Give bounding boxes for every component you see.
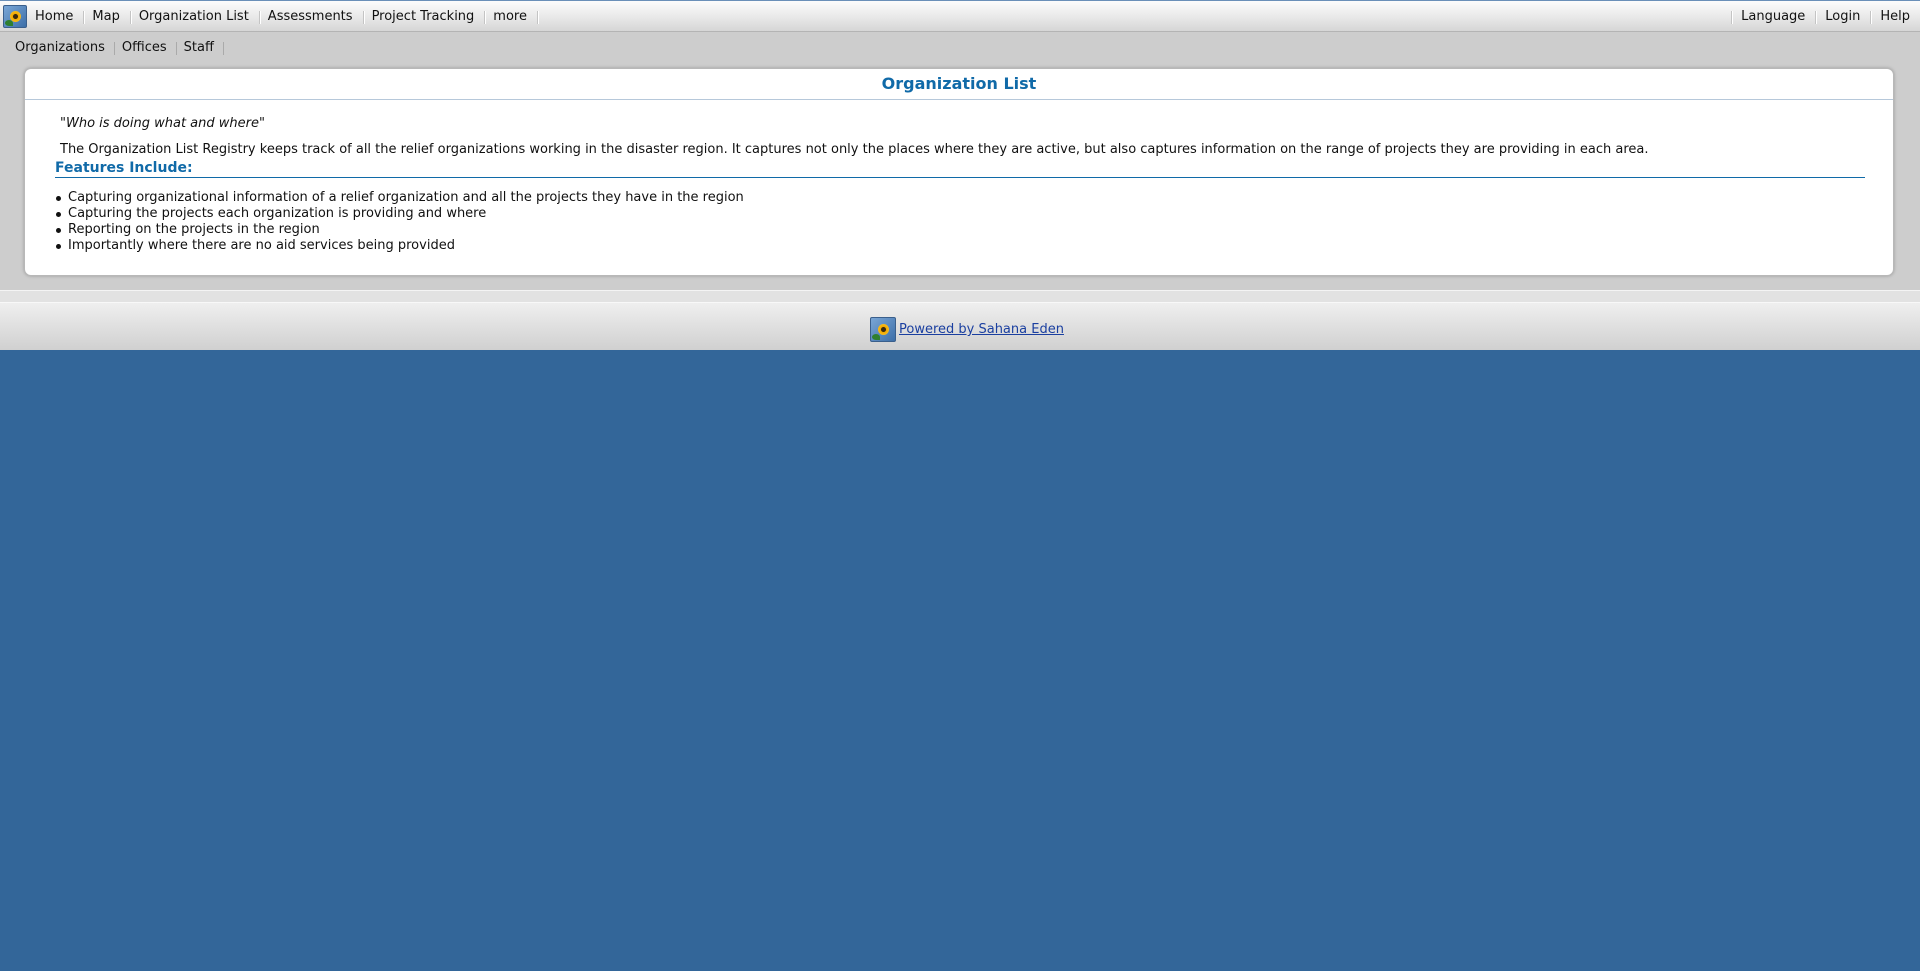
subnav-staff[interactable]: Staff [177, 33, 225, 63]
list-item: Capturing the projects each organization… [55, 206, 744, 222]
nav-help[interactable]: Help [1870, 1, 1920, 33]
list-item: Reporting on the projects in the region [55, 222, 744, 238]
sub-navigation: Organizations Offices Staff [8, 33, 225, 63]
powered-by-link[interactable]: Powered by Sahana Eden [899, 322, 1064, 337]
list-item: Importantly where there are no aid servi… [55, 238, 744, 254]
nav-assessments[interactable]: Assessments [261, 1, 365, 33]
sahana-logo-icon[interactable] [870, 317, 896, 342]
tagline: "Who is doing what and where" [60, 116, 265, 131]
module-description: The Organization List Registry keeps tra… [60, 142, 1649, 157]
features-heading: Features Include: [55, 160, 1865, 178]
footer: Powered by Sahana Eden [0, 302, 1920, 350]
subnav-organizations[interactable]: Organizations [8, 33, 115, 63]
features-list: Capturing organizational information of … [55, 190, 744, 254]
nav-more[interactable]: more [486, 1, 539, 33]
organization-list-panel: Organization List "Who is doing what and… [24, 68, 1894, 276]
top-nav-left: Home Map Organization List Assessments P… [28, 1, 539, 33]
page-title: Organization List [25, 69, 1893, 100]
nav-map[interactable]: Map [85, 1, 133, 33]
top-navigation-bar: Home Map Organization List Assessments P… [0, 0, 1920, 32]
nav-login[interactable]: Login [1815, 1, 1870, 33]
nav-organization-list[interactable]: Organization List [132, 1, 261, 33]
nav-language[interactable]: Language [1731, 1, 1815, 33]
list-item: Capturing organizational information of … [55, 190, 744, 206]
footer-credit: Powered by Sahana Eden [870, 317, 1064, 342]
nav-home[interactable]: Home [28, 1, 86, 33]
nav-project-tracking[interactable]: Project Tracking [365, 1, 487, 33]
sahana-logo-icon[interactable] [3, 5, 27, 28]
top-nav-right: Language Login Help [1731, 1, 1920, 33]
subnav-offices[interactable]: Offices [115, 33, 177, 63]
